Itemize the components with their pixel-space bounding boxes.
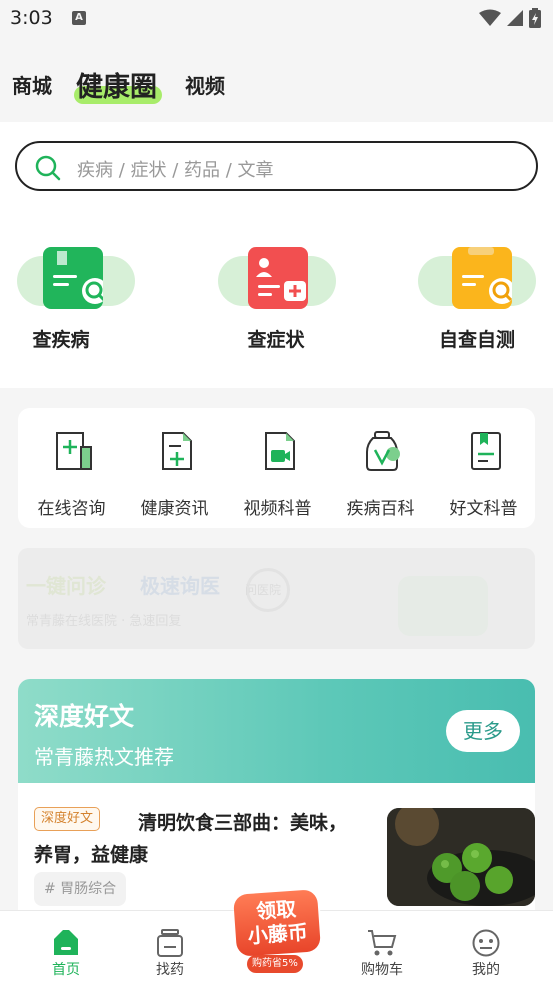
articles-header: 深度好文 常青藤热文推荐 更多 <box>18 679 535 783</box>
service-disease-wiki[interactable]: 疾病百科 <box>329 430 432 520</box>
banner-subtitle: 常青藤在线医院 · 急速回复 <box>26 614 182 629</box>
status-time: 3:03 <box>10 7 53 29</box>
tab-mall[interactable]: 商城 <box>12 70 52 99</box>
service-video-science[interactable]: 视频科普 <box>226 430 329 520</box>
more-button[interactable]: 更多 <box>446 710 520 752</box>
symptom-doctor-icon <box>248 247 308 309</box>
nav-cart-label: 购物车 <box>361 962 403 978</box>
promo-banner[interactable]: 一键问诊 极速询医 问医院 常青藤在线医院 · 急速回复 <box>18 548 535 649</box>
profile-icon <box>472 929 500 957</box>
article-icon <box>471 432 501 470</box>
wifi-icon <box>479 9 501 26</box>
status-indicators <box>479 8 541 28</box>
home-icon <box>54 930 78 955</box>
service-grid: 在线咨询 健康资讯 视频科普 疾病百科 好文科普 <box>18 408 535 528</box>
top-tab-bar: 商城 健康圈 视频 <box>0 38 553 122</box>
service-label: 视频科普 <box>243 499 312 519</box>
disease-wiki-icon <box>366 431 400 471</box>
service-label: 疾病百科 <box>346 499 415 519</box>
consult-icon <box>56 432 92 470</box>
promo-line2: 小藤币 <box>247 919 309 949</box>
coin-promo-badge: 领取 小藤币 <box>232 889 322 957</box>
self-test-icon <box>452 247 515 309</box>
article-tag: 深度好文 <box>34 807 101 831</box>
video-icon <box>265 432 295 470</box>
tab-health-circle[interactable]: 健康圈 <box>76 65 157 104</box>
service-label: 健康资讯 <box>140 499 209 519</box>
articles-title: 深度好文 <box>34 702 135 731</box>
health-news-icon <box>162 432 192 470</box>
cart-icon <box>368 930 397 956</box>
main-section: 疾病 / 症状 / 药品 / 文章 查疾病 查症状 自查自测 <box>0 122 553 388</box>
nav-find-medicine[interactable]: 找药 <box>130 929 210 979</box>
nav-cart[interactable]: 购物车 <box>342 929 422 979</box>
battery-icon <box>529 8 541 28</box>
service-label: 在线咨询 <box>37 499 106 519</box>
banner-illustration <box>398 576 488 636</box>
promo-subtitle: 购药省5% <box>247 955 303 973</box>
medicine-icon <box>157 929 183 957</box>
signal-icon <box>507 10 523 26</box>
status-bar: 3:03 A <box>0 0 553 38</box>
service-good-articles[interactable]: 好文科普 <box>432 430 535 520</box>
service-label: 好文科普 <box>449 499 518 519</box>
search-input[interactable]: 疾病 / 症状 / 药品 / 文章 <box>15 141 538 191</box>
notification-icon: A <box>72 11 86 25</box>
banner-headline-right: 极速询医 <box>140 574 220 598</box>
nav-profile-label: 我的 <box>472 962 500 978</box>
banner-badge: 问医院 <box>245 568 290 612</box>
nav-home-label: 首页 <box>52 962 80 978</box>
service-health-news[interactable]: 健康资讯 <box>123 430 226 520</box>
articles-subtitle: 常青藤热文推荐 <box>34 745 174 769</box>
article-topic[interactable]: # 胃肠综合 <box>34 872 127 906</box>
article-thumbnail[interactable] <box>387 808 535 906</box>
quick-action-self-test-label: 自查自测 <box>438 329 515 351</box>
disease-book-icon <box>43 247 108 309</box>
banner-headline-left: 一键问诊 <box>26 574 106 598</box>
quick-action-symptom-label: 查症状 <box>247 329 305 351</box>
quick-action-disease-label: 查疾病 <box>32 329 90 351</box>
service-online-consult[interactable]: 在线咨询 <box>20 430 123 520</box>
coin-promo-button[interactable]: 领取 小藤币 购药省5% <box>227 882 327 978</box>
nav-profile[interactable]: 我的 <box>446 929 526 979</box>
search-placeholder: 疾病 / 症状 / 药品 / 文章 <box>77 160 274 181</box>
nav-find-medicine-label: 找药 <box>156 962 184 978</box>
tab-video[interactable]: 视频 <box>185 70 225 99</box>
search-icon <box>35 155 61 181</box>
nav-home[interactable]: 首页 <box>26 929 106 979</box>
